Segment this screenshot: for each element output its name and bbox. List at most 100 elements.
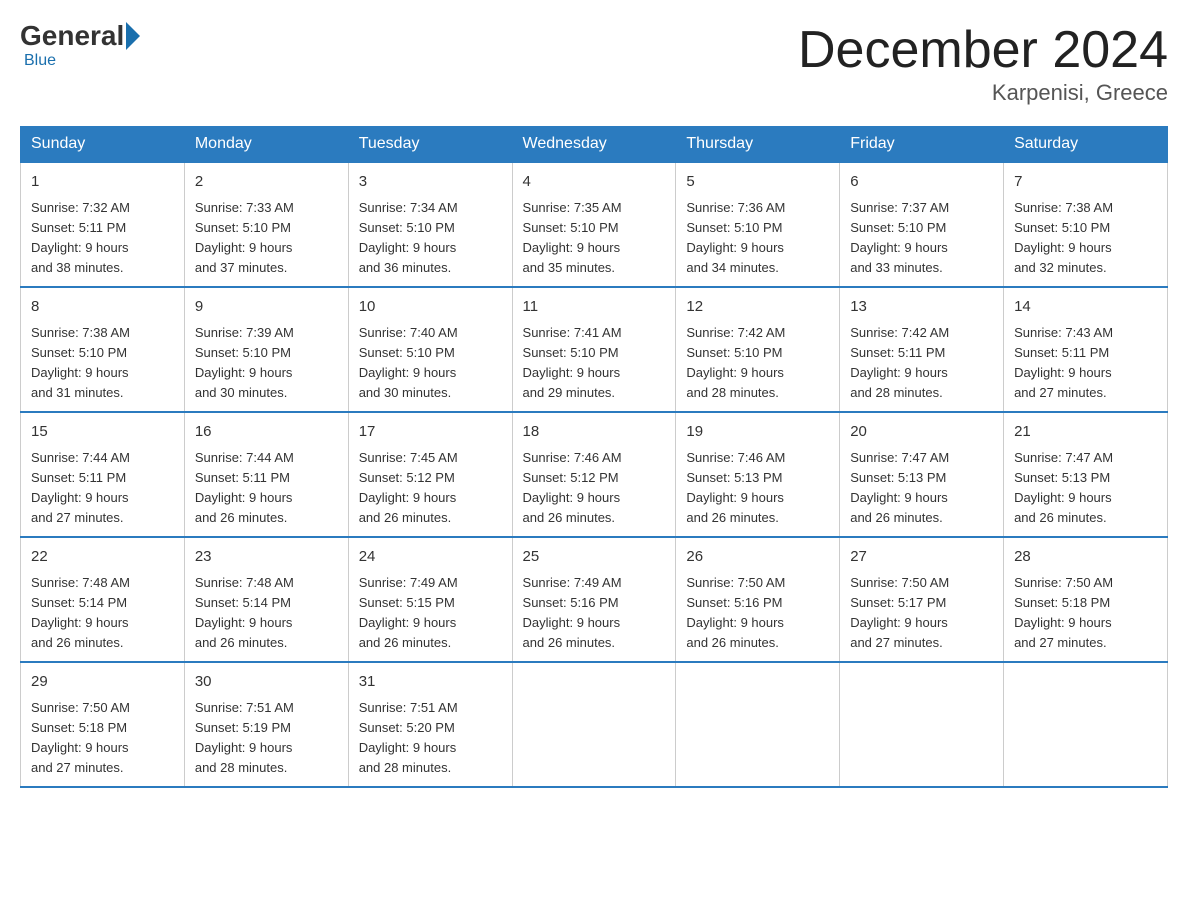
calendar-day-header: Wednesday — [512, 127, 676, 163]
calendar-day-cell: 1Sunrise: 7:32 AMSunset: 5:11 PMDaylight… — [21, 162, 185, 287]
day-info: Sunrise: 7:39 AMSunset: 5:10 PMDaylight:… — [195, 323, 338, 404]
day-info: Sunrise: 7:50 AMSunset: 5:16 PMDaylight:… — [686, 573, 829, 654]
calendar-day-header: Tuesday — [348, 127, 512, 163]
day-number: 15 — [31, 421, 174, 444]
day-number: 22 — [31, 546, 174, 569]
day-info: Sunrise: 7:44 AMSunset: 5:11 PMDaylight:… — [195, 448, 338, 529]
calendar-day-header: Friday — [840, 127, 1004, 163]
calendar-day-cell: 5 Sunrise: 7:36 AMSunset: 5:10 PMDaylight… — [676, 162, 840, 287]
calendar-day-cell: 31Sunrise: 7:51 AMSunset: 5:20 PMDayligh… — [348, 662, 512, 787]
calendar-week-row: 29 Sunrise: 7:50 AMSunset: 5:18 PMDayligh… — [21, 662, 1168, 787]
calendar-day-cell: 12 Sunrise: 7:42 AMSunset: 5:10 PMDayligh… — [676, 287, 840, 412]
calendar-day-cell: 8 Sunrise: 7:38 AMSunset: 5:10 PMDaylight… — [21, 287, 185, 412]
calendar-day-cell: 20 Sunrise: 7:47 AMSunset: 5:13 PMDayligh… — [840, 412, 1004, 537]
calendar-day-cell: 13 Sunrise: 7:42 AMSunset: 5:11 PMDayligh… — [840, 287, 1004, 412]
day-info: Sunrise: 7:46 AMSunset: 5:13 PMDaylight:… — [686, 448, 829, 529]
calendar-day-cell: 25 Sunrise: 7:49 AMSunset: 5:16 PMDayligh… — [512, 537, 676, 662]
day-number: 8 — [31, 296, 174, 319]
day-info: Sunrise: 7:48 AMSunset: 5:14 PMDaylight:… — [31, 573, 174, 654]
day-info: Sunrise: 7:44 AMSunset: 5:11 PMDaylight:… — [31, 448, 174, 529]
day-number: 24 — [359, 546, 502, 569]
calendar-day-cell — [676, 662, 840, 787]
day-number: 28 — [1014, 546, 1157, 569]
calendar-day-cell: 7Sunrise: 7:38 AMSunset: 5:10 PMDaylight… — [1004, 162, 1168, 287]
calendar-day-cell — [840, 662, 1004, 787]
day-info: Sunrise: 7:35 AMSunset: 5:10 PMDaylight:… — [523, 198, 666, 279]
day-info: Sunrise: 7:42 AMSunset: 5:11 PMDaylight:… — [850, 323, 993, 404]
day-number: 9 — [195, 296, 338, 319]
day-info: Sunrise: 7:50 AMSunset: 5:18 PMDaylight:… — [1014, 573, 1157, 654]
day-number: 1 — [31, 171, 174, 194]
day-number: 23 — [195, 546, 338, 569]
calendar-day-cell: 24 Sunrise: 7:49 AMSunset: 5:15 PMDayligh… — [348, 537, 512, 662]
calendar-day-cell — [512, 662, 676, 787]
calendar-day-cell: 23 Sunrise: 7:48 AMSunset: 5:14 PMDayligh… — [184, 537, 348, 662]
day-info: Sunrise: 7:49 AMSunset: 5:16 PMDaylight:… — [523, 573, 666, 654]
logo-general-text: General — [20, 20, 124, 52]
day-number: 10 — [359, 296, 502, 319]
calendar-day-cell: 19 Sunrise: 7:46 AMSunset: 5:13 PMDayligh… — [676, 412, 840, 537]
calendar-day-cell: 11 Sunrise: 7:41 AMSunset: 5:10 PMDayligh… — [512, 287, 676, 412]
day-info: Sunrise: 7:46 AMSunset: 5:12 PMDaylight:… — [523, 448, 666, 529]
day-number: 25 — [523, 546, 666, 569]
calendar-day-cell: 3Sunrise: 7:34 AMSunset: 5:10 PMDaylight… — [348, 162, 512, 287]
calendar-table: SundayMondayTuesdayWednesdayThursdayFrid… — [20, 126, 1168, 788]
day-number: 17 — [359, 421, 502, 444]
day-info: Sunrise: 7:50 AMSunset: 5:18 PMDaylight:… — [31, 698, 174, 779]
day-info: Sunrise: 7:36 AMSunset: 5:10 PMDaylight:… — [686, 198, 829, 279]
calendar-day-cell: 27Sunrise: 7:50 AMSunset: 5:17 PMDayligh… — [840, 537, 1004, 662]
calendar-week-row: 8 Sunrise: 7:38 AMSunset: 5:10 PMDaylight… — [21, 287, 1168, 412]
calendar-day-cell: 17 Sunrise: 7:45 AMSunset: 5:12 PMDayligh… — [348, 412, 512, 537]
calendar-day-cell: 18 Sunrise: 7:46 AMSunset: 5:12 PMDayligh… — [512, 412, 676, 537]
day-number: 14 — [1014, 296, 1157, 319]
calendar-day-header: Monday — [184, 127, 348, 163]
day-info: Sunrise: 7:38 AMSunset: 5:10 PMDaylight:… — [31, 323, 174, 404]
calendar-week-row: 1Sunrise: 7:32 AMSunset: 5:11 PMDaylight… — [21, 162, 1168, 287]
day-info: Sunrise: 7:38 AMSunset: 5:10 PMDaylight:… — [1014, 198, 1157, 279]
day-number: 11 — [523, 296, 666, 319]
calendar-week-row: 15 Sunrise: 7:44 AMSunset: 5:11 PMDayligh… — [21, 412, 1168, 537]
calendar-day-cell: 4Sunrise: 7:35 AMSunset: 5:10 PMDaylight… — [512, 162, 676, 287]
day-info: Sunrise: 7:40 AMSunset: 5:10 PMDaylight:… — [359, 323, 502, 404]
logo: General Blue — [20, 20, 142, 70]
day-info: Sunrise: 7:49 AMSunset: 5:15 PMDaylight:… — [359, 573, 502, 654]
calendar-day-header: Saturday — [1004, 127, 1168, 163]
day-info: Sunrise: 7:45 AMSunset: 5:12 PMDaylight:… — [359, 448, 502, 529]
page-header: General Blue December 2024 Karpenisi, Gr… — [20, 20, 1168, 106]
day-info: Sunrise: 7:47 AMSunset: 5:13 PMDaylight:… — [850, 448, 993, 529]
day-number: 2 — [195, 171, 338, 194]
day-number: 31 — [359, 671, 502, 694]
logo-arrow-icon — [126, 22, 140, 50]
calendar-week-row: 22 Sunrise: 7:48 AMSunset: 5:14 PMDayligh… — [21, 537, 1168, 662]
calendar-day-cell: 26Sunrise: 7:50 AMSunset: 5:16 PMDayligh… — [676, 537, 840, 662]
calendar-day-cell: 14 Sunrise: 7:43 AMSunset: 5:11 PMDayligh… — [1004, 287, 1168, 412]
calendar-day-cell: 10 Sunrise: 7:40 AMSunset: 5:10 PMDayligh… — [348, 287, 512, 412]
day-info: Sunrise: 7:43 AMSunset: 5:11 PMDaylight:… — [1014, 323, 1157, 404]
day-number: 20 — [850, 421, 993, 444]
day-number: 12 — [686, 296, 829, 319]
logo-blue-text: Blue — [24, 52, 56, 69]
day-info: Sunrise: 7:42 AMSunset: 5:10 PMDaylight:… — [686, 323, 829, 404]
location-text: Karpenisi, Greece — [798, 80, 1168, 106]
day-number: 30 — [195, 671, 338, 694]
day-info: Sunrise: 7:47 AMSunset: 5:13 PMDaylight:… — [1014, 448, 1157, 529]
calendar-day-header: Thursday — [676, 127, 840, 163]
calendar-day-cell: 2 Sunrise: 7:33 AMSunset: 5:10 PMDaylight… — [184, 162, 348, 287]
day-number: 13 — [850, 296, 993, 319]
calendar-day-cell: 16 Sunrise: 7:44 AMSunset: 5:11 PMDayligh… — [184, 412, 348, 537]
calendar-day-cell — [1004, 662, 1168, 787]
day-number: 5 — [686, 171, 829, 194]
day-number: 16 — [195, 421, 338, 444]
day-number: 29 — [31, 671, 174, 694]
day-number: 21 — [1014, 421, 1157, 444]
calendar-day-cell: 21 Sunrise: 7:47 AMSunset: 5:13 PMDayligh… — [1004, 412, 1168, 537]
day-info: Sunrise: 7:34 AMSunset: 5:10 PMDaylight:… — [359, 198, 502, 279]
day-info: Sunrise: 7:41 AMSunset: 5:10 PMDaylight:… — [523, 323, 666, 404]
calendar-day-cell: 6Sunrise: 7:37 AMSunset: 5:10 PMDaylight… — [840, 162, 1004, 287]
day-number: 18 — [523, 421, 666, 444]
calendar-day-cell: 28 Sunrise: 7:50 AMSunset: 5:18 PMDayligh… — [1004, 537, 1168, 662]
calendar-day-cell: 30Sunrise: 7:51 AMSunset: 5:19 PMDayligh… — [184, 662, 348, 787]
day-number: 19 — [686, 421, 829, 444]
day-info: Sunrise: 7:33 AMSunset: 5:10 PMDaylight:… — [195, 198, 338, 279]
day-info: Sunrise: 7:48 AMSunset: 5:14 PMDaylight:… — [195, 573, 338, 654]
